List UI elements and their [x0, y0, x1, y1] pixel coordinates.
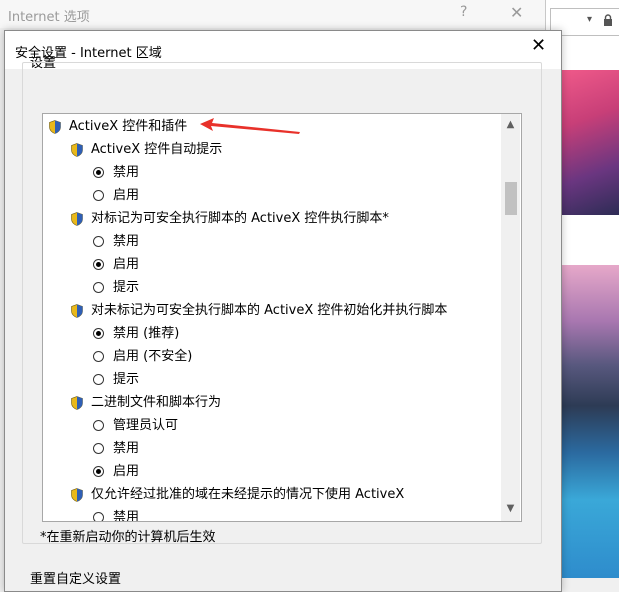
- radio-button[interactable]: [93, 328, 104, 339]
- radio-button[interactable]: [93, 236, 104, 247]
- option-label: 启用: [113, 464, 140, 479]
- settings-shield-icon: [71, 396, 83, 410]
- annotation-arrow: [200, 118, 300, 134]
- option-label: 禁用: [113, 441, 140, 456]
- background-image-bottom: [558, 265, 619, 578]
- option-label: 管理员认可: [113, 418, 179, 433]
- setting-label: 对未标记为可安全执行脚本的 ActiveX 控件初始化并执行脚本: [91, 303, 448, 318]
- tree-scrollbar[interactable]: ▲ ▼: [501, 114, 520, 521]
- setting-label: ActiveX 控件和插件: [69, 119, 188, 134]
- radio-button[interactable]: [93, 420, 104, 431]
- radio-button[interactable]: [93, 167, 104, 178]
- settings-shield-icon: [71, 143, 83, 157]
- dialog-close-button[interactable]: ✕: [531, 37, 546, 55]
- option-label: 启用 (不安全): [113, 349, 193, 364]
- option-label: 提示: [113, 372, 140, 387]
- setting-label: ActiveX 控件自动提示: [91, 142, 223, 157]
- internet-options-titlebar: Internet 选项 ? ✕: [0, 0, 545, 28]
- settings-shield-icon: [71, 212, 83, 226]
- radio-button[interactable]: [93, 259, 104, 270]
- radio-button[interactable]: [93, 190, 104, 201]
- radio-button[interactable]: [93, 443, 104, 454]
- radio-button[interactable]: [93, 466, 104, 477]
- option-label: 启用: [113, 188, 140, 203]
- lock-icon: [604, 14, 612, 26]
- scroll-down-icon[interactable]: ▼: [501, 500, 520, 518]
- option-label: 禁用 (推荐): [113, 326, 180, 341]
- radio-button[interactable]: [93, 374, 104, 385]
- setting-label: 仅允许经过批准的域在未经提示的情况下使用 ActiveX: [91, 487, 405, 502]
- option-label: 启用: [113, 257, 140, 272]
- setting-label: 对标记为可安全执行脚本的 ActiveX 控件执行脚本*: [91, 211, 389, 226]
- radio-button[interactable]: [93, 512, 104, 521]
- help-button[interactable]: ?: [460, 4, 467, 20]
- scrollbar-thumb[interactable]: [505, 182, 517, 215]
- option-label: 禁用: [113, 234, 140, 249]
- settings-shield-icon: [71, 488, 83, 502]
- settings-tree[interactable]: ActiveX 控件和插件 ActiveX 控件自动提示 禁用 启用 对标记为可安全执行…: [42, 113, 522, 522]
- internet-options-close-button[interactable]: ✕: [510, 3, 523, 22]
- address-dropdown-icon[interactable]: ▾: [587, 14, 592, 25]
- radio-button[interactable]: [93, 282, 104, 293]
- internet-options-title: Internet 选项: [8, 10, 90, 25]
- option-label: 禁用: [113, 510, 140, 522]
- settings-shield-icon: [71, 304, 83, 318]
- restart-footnote: *在重新启动你的计算机后生效: [40, 530, 216, 545]
- setting-label: 二进制文件和脚本行为: [91, 395, 222, 410]
- radio-button[interactable]: [93, 351, 104, 362]
- scroll-up-icon[interactable]: ▲: [501, 116, 520, 134]
- option-label: 提示: [113, 280, 140, 295]
- settings-shield-icon: [49, 120, 61, 134]
- option-label: 禁用: [113, 165, 140, 180]
- background-image-top: [558, 70, 619, 215]
